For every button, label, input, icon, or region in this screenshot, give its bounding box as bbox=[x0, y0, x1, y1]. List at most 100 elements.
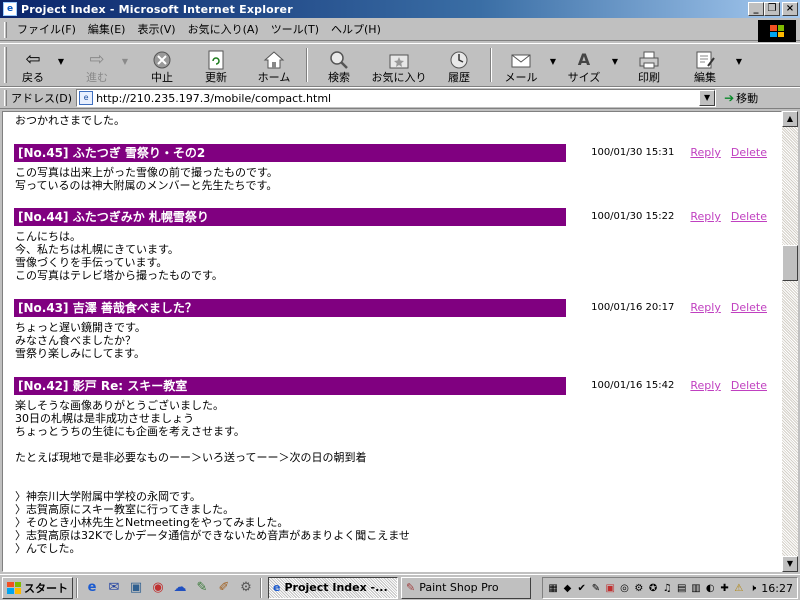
window-controls: _ ❐ × bbox=[748, 2, 798, 16]
top-text: おつかれさまでした。 bbox=[15, 114, 125, 127]
home-button[interactable]: ホーム bbox=[245, 45, 303, 85]
forward-button[interactable]: ⇨ 進む bbox=[75, 45, 119, 85]
taskbar-clock[interactable]: 16:27 bbox=[761, 582, 793, 595]
back-button[interactable]: ⇦ 戻る bbox=[11, 45, 55, 85]
post-body: 楽しそうな画像ありがとうございました。 30日の札幌は是非成功させましょう ちょ… bbox=[15, 399, 410, 555]
tray-app-icon[interactable]: ▥ bbox=[690, 581, 702, 595]
menu-bar: ファイル(F) 編集(E) 表示(V) お気に入り(A) ツール(T) ヘルプ(… bbox=[0, 19, 800, 41]
edit-dropdown-icon[interactable]: ▼ bbox=[733, 57, 745, 66]
delete-link[interactable]: Delete bbox=[731, 210, 767, 223]
chat-quicklaunch-icon[interactable]: ☁ bbox=[171, 579, 189, 597]
history-icon bbox=[447, 49, 471, 71]
tray-app-icon[interactable]: ⚠ bbox=[733, 581, 745, 595]
channels-quicklaunch-icon[interactable]: ◉ bbox=[149, 579, 167, 597]
address-dropdown-icon[interactable]: ▼ bbox=[699, 90, 716, 106]
back-dropdown-icon[interactable]: ▼ bbox=[55, 57, 67, 66]
favorites-button[interactable]: お気に入り bbox=[367, 45, 431, 85]
title-bar[interactable]: e Project Index - Microsoft Internet Exp… bbox=[0, 0, 800, 18]
tray-app-icon[interactable]: ✪ bbox=[647, 581, 659, 595]
search-button[interactable]: 検索 bbox=[311, 45, 367, 85]
delete-link[interactable]: Delete bbox=[731, 379, 767, 392]
mail-button[interactable]: メール bbox=[495, 45, 547, 85]
stop-icon bbox=[150, 49, 174, 71]
go-button[interactable]: ➔ 移動 bbox=[724, 90, 758, 106]
page-content: おつかれさまでした。 [No.45] ふたつぎ 雪祭り・その2 100/01/3… bbox=[2, 111, 782, 572]
forward-arrow-icon: ⇨ bbox=[89, 49, 105, 70]
home-icon bbox=[262, 49, 286, 71]
tray-app-icon[interactable]: ⚙ bbox=[633, 581, 645, 595]
size-button[interactable]: A サイズ bbox=[559, 45, 609, 85]
refresh-button[interactable]: 更新 bbox=[187, 45, 245, 85]
tray-app-icon[interactable]: ▣ bbox=[604, 581, 616, 595]
taskbar-separator bbox=[260, 577, 262, 598]
post-header: [No.44] ふたつぎみか 札幌雪祭り bbox=[14, 208, 566, 226]
tray-app-icon[interactable]: ◎ bbox=[618, 581, 630, 595]
tray-app-icon[interactable]: ◐ bbox=[704, 581, 716, 595]
post-date: 100/01/30 15:22 bbox=[591, 211, 675, 222]
outlook-quicklaunch-icon[interactable]: ✉ bbox=[105, 579, 123, 597]
scroll-thumb[interactable] bbox=[782, 245, 798, 281]
delete-link[interactable]: Delete bbox=[731, 146, 767, 159]
menu-view[interactable]: 表示(V) bbox=[131, 20, 181, 40]
tray-app-icon[interactable]: ✎ bbox=[590, 581, 602, 595]
page-icon: e bbox=[79, 91, 94, 105]
task-paint-shop-pro[interactable]: ✎ Paint Shop Pro bbox=[401, 576, 531, 599]
menu-file[interactable]: ファイル(F) bbox=[11, 20, 82, 40]
go-arrow-icon: ➔ bbox=[724, 91, 735, 105]
tray-app-icon[interactable]: ▦ bbox=[547, 581, 559, 595]
reply-link[interactable]: Reply bbox=[690, 301, 720, 314]
ie-quicklaunch-icon[interactable]: e bbox=[83, 579, 101, 597]
scroll-down-icon[interactable]: ▼ bbox=[782, 556, 798, 572]
history-button[interactable]: 履歴 bbox=[431, 45, 487, 85]
print-button[interactable]: 印刷 bbox=[621, 45, 677, 85]
tray-app-icon[interactable]: ▤ bbox=[676, 581, 688, 595]
post-body: この写真は出来上がった雪像の前で撮ったものです。 写っているのは神大附属のメンバ… bbox=[15, 166, 278, 192]
volume-icon[interactable]: 🕨 bbox=[747, 581, 759, 595]
edit-page-icon bbox=[693, 49, 717, 71]
reply-link[interactable]: Reply bbox=[690, 210, 720, 223]
tray-app-icon[interactable]: ✔ bbox=[576, 581, 588, 595]
paint-shop-pro-icon: ✎ bbox=[406, 581, 416, 594]
taskbar-separator bbox=[76, 577, 78, 598]
post-body: ちょっと遅い鏡開きです。 みなさん食べましたか？ 雪祭り楽しみにしてます。 bbox=[15, 321, 146, 360]
tray-app-icon[interactable]: ✚ bbox=[718, 581, 730, 595]
reply-link[interactable]: Reply bbox=[690, 146, 720, 159]
edit-button[interactable]: 編集 bbox=[677, 45, 733, 85]
menu-help[interactable]: ヘルプ(H) bbox=[325, 20, 387, 40]
task-ie-window[interactable]: e Project Index -... bbox=[268, 576, 398, 599]
toolbar-separator bbox=[306, 48, 308, 82]
desktop-quicklaunch-icon[interactable]: ▣ bbox=[127, 579, 145, 597]
address-grip[interactable] bbox=[4, 90, 7, 106]
tray-app-icon[interactable]: ♫ bbox=[661, 581, 673, 595]
address-input[interactable]: e http://210.235.197.3/mobile/compact.ht… bbox=[76, 89, 717, 107]
paint-quicklaunch-icon[interactable]: ✐ bbox=[215, 579, 233, 597]
menu-edit[interactable]: 編集(E) bbox=[82, 20, 132, 40]
close-button[interactable]: × bbox=[782, 2, 798, 16]
mail-dropdown-icon[interactable]: ▼ bbox=[547, 57, 559, 66]
back-arrow-icon: ⇦ bbox=[25, 49, 41, 70]
vertical-scrollbar[interactable]: ▲ ▼ bbox=[782, 111, 798, 572]
menu-grip[interactable] bbox=[4, 21, 7, 38]
delete-link[interactable]: Delete bbox=[731, 301, 767, 314]
menu-tools[interactable]: ツール(T) bbox=[265, 20, 325, 40]
post-meta: 100/01/30 15:22 Reply Delete bbox=[591, 210, 767, 223]
tray-app-icon[interactable]: ◆ bbox=[561, 581, 573, 595]
windows-flag-icon bbox=[7, 581, 21, 594]
post-body: こんにちは。 今、私たちは札幌にきています。 雪像づくりを手伝っています。 この… bbox=[15, 230, 223, 282]
menu-favorites[interactable]: お気に入り(A) bbox=[182, 20, 265, 40]
forward-dropdown-icon[interactable]: ▼ bbox=[119, 57, 131, 66]
start-button[interactable]: スタート bbox=[2, 576, 73, 599]
stop-button[interactable]: 中止 bbox=[137, 45, 187, 85]
favorites-folder-icon bbox=[387, 49, 411, 71]
scroll-up-icon[interactable]: ▲ bbox=[782, 111, 798, 127]
toolbar-grip[interactable] bbox=[4, 47, 7, 83]
reply-link[interactable]: Reply bbox=[690, 379, 720, 392]
minimize-button[interactable]: _ bbox=[748, 2, 764, 16]
size-dropdown-icon[interactable]: ▼ bbox=[609, 57, 621, 66]
ie-logo-icon: e bbox=[3, 2, 17, 16]
restore-button[interactable]: ❐ bbox=[764, 2, 780, 16]
ie-task-icon: e bbox=[273, 581, 281, 594]
tool-quicklaunch-icon[interactable]: ⚙ bbox=[237, 579, 255, 597]
address-url[interactable]: http://210.235.197.3/mobile/compact.html bbox=[96, 92, 331, 105]
app-quicklaunch-icon[interactable]: ✎ bbox=[193, 579, 211, 597]
